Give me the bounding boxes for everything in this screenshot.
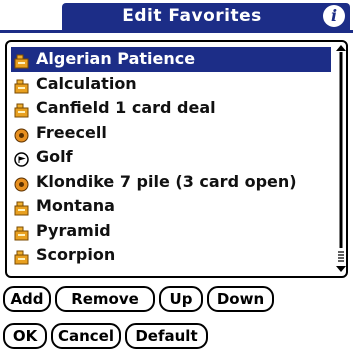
list-item-label: Algerian Patience [36, 49, 196, 68]
briefcase-icon [14, 224, 29, 240]
default-button[interactable]: Default [125, 323, 208, 349]
list-item[interactable]: Golf [11, 145, 333, 170]
list-item-label: Montana [36, 196, 115, 215]
up-button[interactable]: Up [159, 286, 203, 312]
briefcase-icon [14, 52, 29, 69]
list-item[interactable]: Klondike 7 pile (3 card open) [11, 170, 333, 195]
down-button[interactable]: Down [207, 286, 274, 312]
info-icon[interactable]: i [323, 5, 345, 27]
list-item-label: Golf [36, 147, 73, 166]
page-title: Edit Favorites [122, 6, 262, 26]
scroll-grip-icon [338, 251, 344, 262]
list-item[interactable]: Montana [11, 194, 333, 219]
scroll-thumb [339, 52, 343, 248]
title-underline [0, 30, 353, 33]
orange-ball-icon [14, 175, 29, 191]
list-item[interactable]: Pyramid [11, 219, 333, 244]
ok-button[interactable]: OK [3, 323, 47, 349]
golf-icon [14, 150, 29, 167]
remove-button[interactable]: Remove [55, 286, 155, 312]
list-item[interactable]: Freecell [11, 121, 333, 146]
list-item-label: Freecell [36, 122, 107, 142]
favorites-list: Algerian Patience Calculation Canfield 1 c… [5, 40, 348, 278]
orange-ball-icon [14, 126, 29, 142]
briefcase-icon [14, 248, 29, 265]
briefcase-icon [14, 101, 29, 118]
add-button[interactable]: Add [3, 286, 51, 312]
scrollbar[interactable] [336, 45, 346, 273]
list-item[interactable]: Scorpion [11, 243, 333, 268]
list-item[interactable]: Calculation [11, 72, 333, 97]
list-item-label: Scorpion [36, 245, 116, 264]
briefcase-icon [14, 199, 29, 216]
title-bar: Edit Favorites i [0, 0, 353, 33]
list-item[interactable]: Algerian Patience [11, 47, 331, 72]
scroll-down-arrow-icon [336, 266, 346, 272]
cancel-button[interactable]: Cancel [51, 323, 121, 349]
list-item-label: Pyramid [36, 220, 111, 240]
briefcase-icon [14, 77, 29, 93]
list-item-label: Klondike 7 pile (3 card open) [36, 171, 297, 191]
scroll-up-arrow-icon [336, 45, 346, 51]
list-item-label: Canfield 1 card deal [36, 98, 216, 117]
list-item[interactable]: Canfield 1 card deal [11, 96, 333, 121]
list-item-label: Calculation [36, 73, 137, 93]
favorites-list-rows: Algerian Patience Calculation Canfield 1 c… [11, 47, 333, 268]
